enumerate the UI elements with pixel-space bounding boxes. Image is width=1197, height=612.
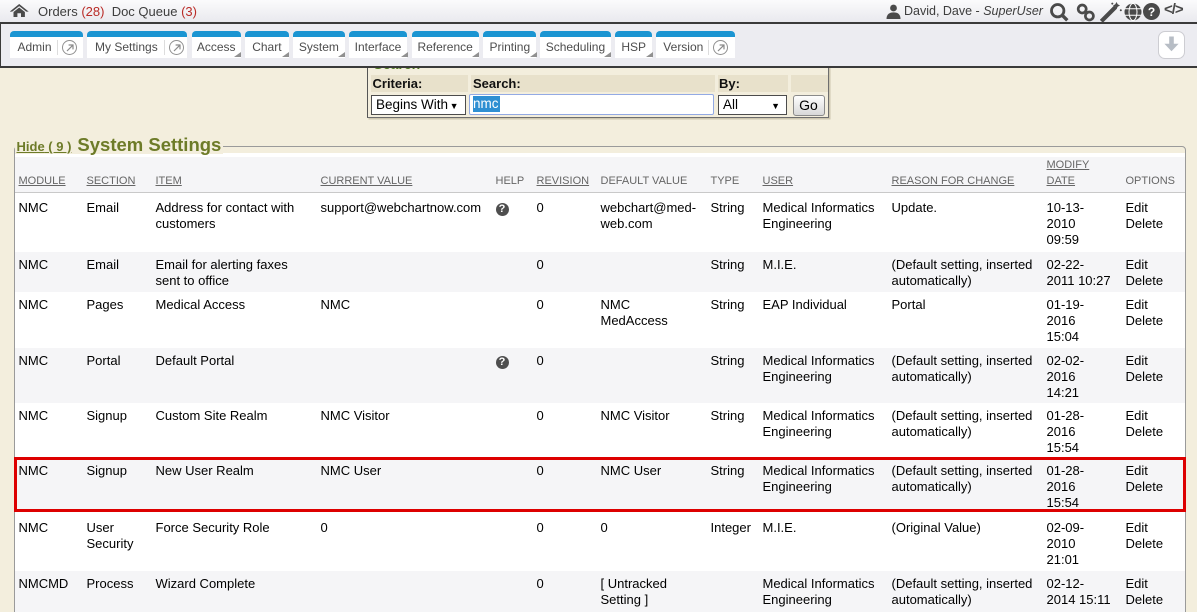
- svg-text:?: ?: [1148, 5, 1155, 19]
